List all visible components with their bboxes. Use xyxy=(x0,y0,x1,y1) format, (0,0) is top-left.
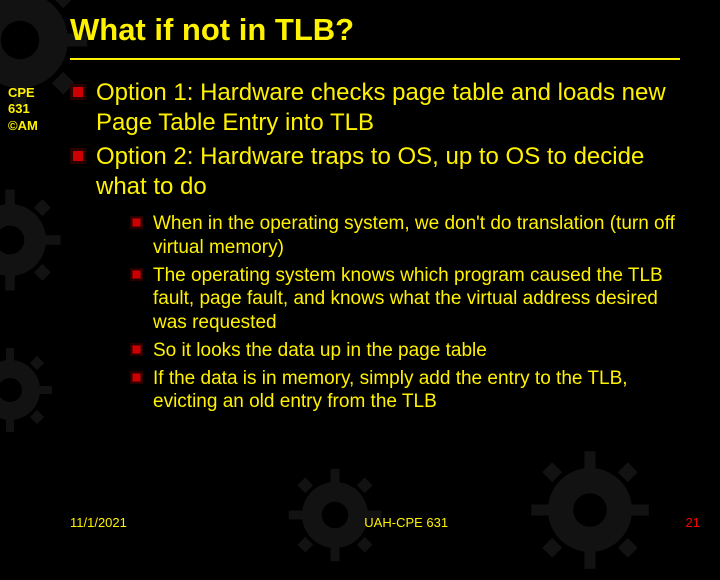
sub-bullet: The operating system knows which program… xyxy=(130,264,690,335)
square-bullet-icon xyxy=(130,216,143,260)
main-bullet-text: Option 2: Hardware traps to OS, up to OS… xyxy=(96,142,690,202)
footer-page-number: 21 xyxy=(686,515,700,530)
sub-bullet-text: If the data is in memory, simply add the… xyxy=(153,367,690,415)
square-bullet-icon xyxy=(130,268,143,335)
square-bullet-icon xyxy=(130,371,143,415)
slide-footer: 11/1/2021 UAH-CPE 631 21 xyxy=(0,515,720,530)
footer-center: UAH-CPE 631 xyxy=(127,515,686,530)
main-bullet: Option 2: Hardware traps to OS, up to OS… xyxy=(70,142,690,202)
main-bullet-text: Option 1: Hardware checks page table and… xyxy=(96,78,690,138)
square-bullet-icon xyxy=(130,343,143,363)
slide: CPE 631 ©AM What if not in TLB? Option 1… xyxy=(0,0,720,540)
main-bullet: Option 1: Hardware checks page table and… xyxy=(70,78,690,138)
content-area: Option 1: Hardware checks page table and… xyxy=(70,78,690,414)
sub-bullet: If the data is in memory, simply add the… xyxy=(130,367,690,415)
square-bullet-icon xyxy=(70,84,86,138)
sidebar-course-label: CPE 631 ©AM xyxy=(8,85,60,134)
slide-title: What if not in TLB? xyxy=(70,12,680,54)
sub-bullet-text: The operating system knows which program… xyxy=(153,264,690,335)
sub-bullet: When in the operating system, we don't d… xyxy=(130,212,690,260)
title-underline xyxy=(70,58,680,60)
footer-date: 11/1/2021 xyxy=(70,515,127,530)
sub-bullet-text: When in the operating system, we don't d… xyxy=(153,212,690,260)
title-block: What if not in TLB? xyxy=(70,12,680,60)
sub-bullet-text: So it looks the data up in the page tabl… xyxy=(153,339,487,363)
square-bullet-icon xyxy=(70,148,86,202)
sub-bullet-list: When in the operating system, we don't d… xyxy=(130,212,690,414)
sub-bullet: So it looks the data up in the page tabl… xyxy=(130,339,690,363)
